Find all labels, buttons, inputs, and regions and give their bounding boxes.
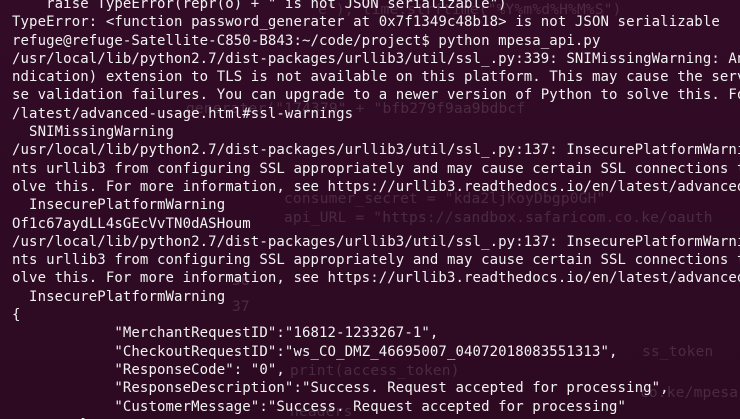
terminal-output[interactable]: raise TypeError(repr(o) + " is not JSON … [12, 0, 740, 419]
json-response-line: { [12, 307, 21, 324]
shell-prompt-line: refuge@refuge-Satellite-C850-B843:~/code… [12, 32, 601, 49]
terminal-line: TypeError: <function password_generater … [12, 14, 720, 31]
access-token-line: Of1c67aydLL4sGEcVvTN0dASHoum [12, 215, 251, 232]
terminal-line: se validation failures. You can upgrade … [12, 87, 740, 104]
terminal-line: /usr/local/lib/python2.7/dist-packages/u… [12, 142, 740, 159]
terminal-line: nts urllib3 from configuring SSL appropr… [12, 160, 740, 177]
terminal-line: /usr/local/lib/python2.7/dist-packages/u… [12, 50, 740, 67]
terminal-line: ndication) extension to TLS is not avail… [12, 69, 740, 86]
json-response-line: "CheckoutRequestID":"ws_CO_DMZ_46695007_… [12, 343, 618, 360]
json-response-line: "ResponseDescription":"Success. Request … [12, 380, 669, 397]
json-response-line: "CustomerMessage":"Success. Request acce… [12, 398, 627, 415]
terminal-window[interactable]: e"), time.strftime("%Y%m%d%H%M%S") gener… [0, 0, 740, 419]
terminal-line: raise TypeError(repr(o) + " is not JSON … [12, 0, 507, 12]
terminal-line: InsecurePlatformWarning [12, 197, 226, 214]
terminal-line: SNIMissingWarning [12, 124, 175, 141]
terminal-line: InsecurePlatformWarning [12, 288, 226, 305]
terminal-line: /usr/local/lib/python2.7/dist-packages/u… [12, 233, 740, 250]
terminal-line: olve this. For more information, see htt… [12, 178, 740, 195]
terminal-line: nts urllib3 from configuring SSL appropr… [12, 252, 740, 269]
json-response-line: "MerchantRequestID":"16812-1233267-1", [12, 325, 439, 342]
json-response-line: "ResponseCode": "0", [12, 361, 285, 378]
terminal-line: /latest/advanced-usage.html#ssl-warnings [12, 105, 354, 122]
terminal-line: olve this. For more information, see htt… [12, 270, 740, 287]
